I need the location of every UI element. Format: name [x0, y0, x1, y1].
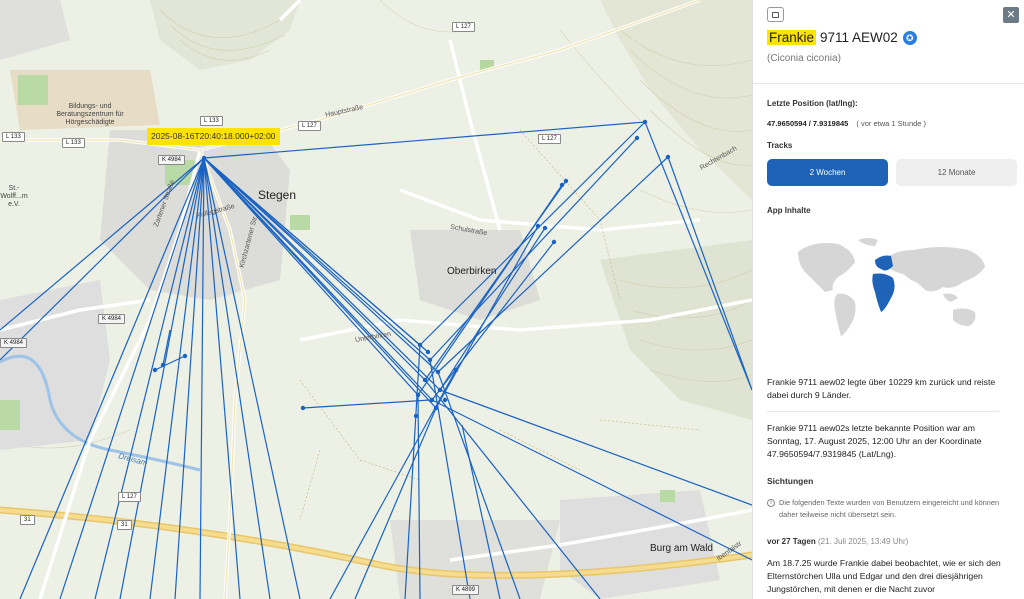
track-point[interactable]: [152, 367, 158, 373]
sightings-note: i Die folgenden Texte wurden von Benutze…: [767, 497, 1007, 521]
sighting-date: (21. Juli 2025, 13:49 Uhr): [818, 537, 909, 546]
scientific-name: (Ciconia ciconia): [767, 53, 841, 64]
timestamp-tooltip: 2025-08-16T20:40:18.000+02:00: [147, 128, 280, 145]
track-point[interactable]: [642, 119, 648, 125]
last-position-heading: Letzte Position (lat/lng):: [767, 99, 858, 108]
bird-name: Frankie: [767, 30, 817, 45]
map-view[interactable]: Stegen Oberbirken Burg am Wald Hauptstra…: [0, 0, 752, 599]
track-point[interactable]: [182, 353, 188, 359]
track-point[interactable]: [201, 155, 207, 161]
bird-id: 9711 AEW02: [820, 30, 898, 45]
track-segment: [162, 329, 171, 366]
track-point[interactable]: [563, 178, 569, 184]
track-point[interactable]: [453, 367, 459, 373]
road-shield: K 4984: [98, 314, 126, 324]
road-shield: 31: [117, 520, 132, 530]
sidebar-toggle-icon[interactable]: [767, 7, 784, 22]
track-point[interactable]: [160, 362, 166, 368]
road-shield: L 127: [452, 22, 475, 32]
track-point[interactable]: [300, 405, 306, 411]
summary-text: Frankie 9711 aew02 legte über 10229 km z…: [767, 377, 996, 400]
road-shield: K 4984: [0, 338, 28, 348]
tracks-heading: Tracks: [767, 141, 793, 150]
road-shield: L 133: [2, 132, 25, 142]
track-point[interactable]: [535, 223, 541, 229]
track-point[interactable]: [437, 387, 443, 393]
sighting-date-row: vor 27 Tagen (21. Juli 2025, 13:49 Uhr): [767, 537, 908, 546]
track-point[interactable]: [413, 413, 419, 419]
app-contents-heading: App Inhalte: [767, 206, 811, 215]
track-segment: [154, 355, 186, 371]
divider: [767, 411, 999, 412]
bird-detail-panel: ✕ Frankie 9711 AEW02 ✪ (Ciconia ciconia)…: [752, 0, 1024, 599]
track-point[interactable]: [551, 239, 557, 245]
last-position-row: 47.9650594 / 7.9319845 ( vor etwa 1 Stun…: [767, 119, 926, 128]
sightings-note-text: Die folgenden Texte wurden von Benutzern…: [779, 498, 1000, 519]
tab-2-wochen[interactable]: 2 Wochen: [767, 159, 888, 186]
road-shield: L 127: [538, 134, 561, 144]
track-point[interactable]: [422, 377, 428, 383]
track-point[interactable]: [634, 135, 640, 141]
road-shield: 31: [20, 515, 35, 525]
sighting-text: Am 18.7.25 wurde Frankie dabei beobachte…: [767, 558, 1001, 594]
sightings-heading: Sichtungen: [767, 476, 814, 486]
divider: [753, 83, 1024, 84]
road-shield: K 4984: [158, 155, 186, 165]
road-shield: K 4899: [452, 585, 480, 595]
last-known-text: Frankie 9711 aew02s letzte bekannte Posi…: [767, 423, 982, 459]
road-shield: L 127: [118, 492, 141, 502]
map-label-stegen: Stegen: [258, 188, 297, 202]
track-point[interactable]: [542, 225, 548, 231]
bird-title: Frankie 9711 AEW02 ✪: [767, 30, 917, 45]
tab-12-monate[interactable]: 12 Monate: [896, 159, 1017, 186]
track-point[interactable]: [442, 397, 448, 403]
road-shield: L 133: [62, 138, 85, 148]
sighting-ago: vor 27 Tagen: [767, 537, 816, 546]
track-point[interactable]: [415, 392, 421, 398]
track-point[interactable]: [665, 154, 671, 160]
track-point[interactable]: [429, 397, 435, 403]
verified-star-icon: ✪: [902, 30, 917, 45]
map-label-burg-am-wald: Burg am Wald: [650, 543, 713, 554]
close-icon[interactable]: ✕: [1003, 7, 1019, 23]
map-label-verein: St.-Wolff...m e.V.: [0, 185, 28, 208]
track-segment: [302, 399, 431, 409]
road-shield: L 127: [298, 121, 321, 131]
track-point[interactable]: [559, 182, 565, 188]
last-position-ago: ( vor etwa 1 Stunde ): [856, 119, 927, 128]
track-point[interactable]: [425, 349, 431, 355]
info-icon: i: [767, 499, 775, 507]
map-label-oberbirken: Oberbirken: [447, 266, 497, 277]
map-label-bildungszentrum: Bildungs- und Beratungszentrum für Hörge…: [56, 103, 124, 126]
last-position-value: 47.9650594 / 7.9319845: [767, 119, 849, 128]
track-point[interactable]: [435, 369, 441, 375]
map-basemap: [0, 0, 752, 599]
road-shield: L 133: [200, 116, 223, 126]
world-map-thumbnail[interactable]: [793, 232, 993, 342]
track-point[interactable]: [427, 357, 433, 363]
track-point[interactable]: [417, 342, 423, 348]
track-segment: [439, 389, 752, 506]
track-point[interactable]: [433, 405, 439, 411]
